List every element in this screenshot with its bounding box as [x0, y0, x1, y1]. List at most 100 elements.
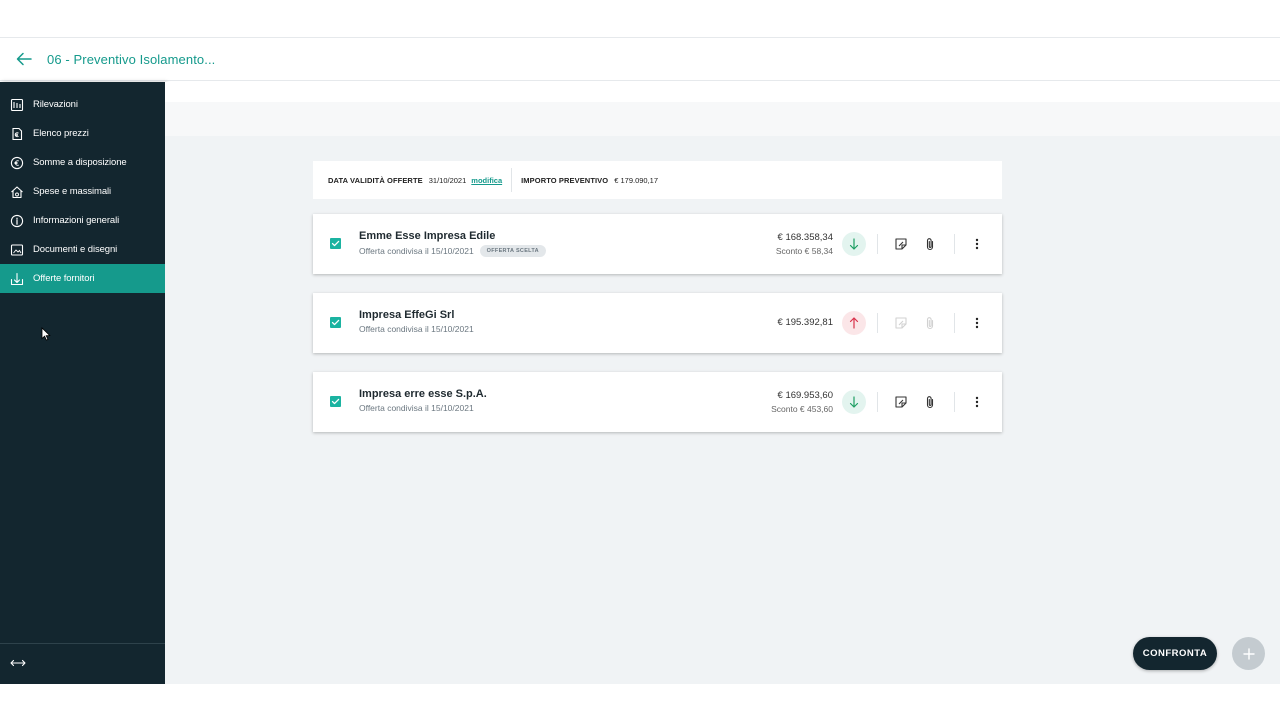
edit-validity-link[interactable]: modifica: [471, 176, 502, 185]
offer-checkbox[interactable]: [330, 317, 341, 328]
supplier-name: Emme Esse Impresa Edile: [359, 230, 496, 242]
sidebar-item-elenco-prezzi[interactable]: Elenco prezzi: [0, 119, 165, 148]
vertical-separator: [954, 313, 955, 333]
paperclip-icon: [926, 317, 934, 330]
sidebar-item-offerte-fornitori[interactable]: Offerte fornitori: [0, 264, 165, 293]
chosen-offer-badge: OFFERTA SCELTA: [479, 245, 546, 257]
page-title: 06 - Preventivo Isolamento...: [47, 51, 216, 67]
arrow-down-icon: [849, 238, 859, 250]
validity-value: 31/10/2021: [428, 175, 467, 185]
info-icon: [10, 214, 24, 228]
supplier-name: Impresa EffeGi Srl: [359, 309, 455, 321]
collapse-sidebar-button[interactable]: [8, 655, 28, 671]
trend-down-indicator: [842, 232, 866, 256]
offer-card[interactable]: Impresa erre esse S.p.A. Offerta condivi…: [313, 372, 1002, 432]
offer-discount: Sconto € 58,34: [775, 246, 833, 256]
sidebar-item-rilevazioni[interactable]: Rilevazioni: [0, 90, 165, 119]
documents-icon: [10, 243, 24, 257]
vertical-separator: [877, 234, 878, 254]
vertical-separator: [877, 392, 878, 412]
attachments-button: [922, 314, 938, 332]
notes-button[interactable]: [893, 393, 909, 411]
paperclip-icon: [926, 238, 934, 251]
content-top-strip: [165, 82, 1280, 102]
offer-amount: € 168.358,34: [777, 232, 833, 243]
vertical-separator: [954, 392, 955, 412]
sidebar-item-label: Informazioni generali: [33, 215, 120, 226]
sidebar-divider: [0, 643, 165, 644]
content-toolbar-strip: [165, 102, 1280, 136]
more-vertical-icon: [975, 238, 979, 250]
sidebar-item-label: Rilevazioni: [33, 99, 78, 110]
plus-icon: [1242, 647, 1255, 660]
offer-subtitle: Offerta condivisa il 15/10/2021: [359, 403, 474, 413]
offer-subtitle-row: Offerta condivisa il 15/10/2021: [359, 403, 474, 413]
add-offer-button[interactable]: [1232, 637, 1265, 670]
sidebar-item-label: Offerte fornitori: [33, 273, 95, 284]
attachments-button[interactable]: [922, 235, 938, 253]
offer-subtitle: Offerta condivisa il 15/10/2021: [359, 324, 474, 334]
more-vertical-icon: [975, 396, 979, 408]
note-edit-icon: [895, 317, 907, 329]
supplier-offers-icon: [10, 272, 24, 286]
attachments-button[interactable]: [922, 393, 938, 411]
offer-subtitle-row: Offerta condivisa il 15/10/2021: [359, 324, 474, 334]
offer-card[interactable]: Impresa EffeGi Srl Offerta condivisa il …: [313, 293, 1002, 353]
info-separator: [511, 168, 513, 192]
sidebar-item-label: Elenco prezzi: [33, 128, 89, 139]
trend-up-indicator: [842, 311, 866, 335]
offers-info-bar: DATA VALIDITÀ OFFERTE 31/10/2021 modific…: [313, 161, 1002, 199]
bottom-band: [0, 684, 1280, 720]
check-icon: [331, 240, 340, 247]
sidebar-item-informazioni[interactable]: Informazioni generali: [0, 206, 165, 235]
vertical-separator: [877, 313, 878, 333]
vertical-separator: [954, 234, 955, 254]
offer-card[interactable]: Emme Esse Impresa Edile Offerta condivis…: [313, 214, 1002, 274]
sidebar-item-spese[interactable]: Spese e massimali: [0, 177, 165, 206]
validity-label: DATA VALIDITÀ OFFERTE: [328, 175, 423, 185]
amount-value: € 179.090,17: [614, 175, 659, 185]
sidebar-item-label: Spese e massimali: [33, 186, 112, 197]
arrow-left-icon: [16, 52, 32, 66]
top-band: [0, 0, 1280, 38]
trend-down-indicator: [842, 390, 866, 414]
more-options-button[interactable]: [969, 314, 985, 332]
offer-amount: € 195.392,81: [777, 317, 833, 328]
survey-icon: [10, 98, 24, 112]
offer-discount: Sconto € 453,60: [771, 404, 833, 414]
offer-checkbox[interactable]: [330, 396, 341, 407]
notes-button[interactable]: [893, 235, 909, 253]
offer-amount: € 169.953,60: [777, 390, 833, 401]
euro-icon: [10, 156, 24, 170]
more-options-button[interactable]: [969, 393, 985, 411]
sidebar: Rilevazioni Elenco prezzi Somme a dispos…: [0, 82, 165, 684]
arrow-up-icon: [849, 317, 859, 329]
sidebar-item-label: Somme a disposizione: [33, 157, 127, 168]
offer-subtitle: Offerta condivisa il 15/10/2021: [359, 246, 474, 256]
notes-button: [893, 314, 909, 332]
home-euro-icon: [10, 185, 24, 199]
horizontal-arrows-icon: [10, 659, 26, 667]
offer-subtitle-row: Offerta condivisa il 15/10/2021 OFFERTA …: [359, 245, 546, 257]
price-list-icon: [10, 127, 24, 141]
check-icon: [331, 398, 340, 405]
supplier-name: Impresa erre esse S.p.A.: [359, 388, 487, 400]
header: 06 - Preventivo Isolamento...: [0, 38, 1280, 81]
amount-label: IMPORTO PREVENTIVO: [521, 175, 609, 185]
note-edit-icon: [895, 238, 907, 250]
sidebar-item-documenti[interactable]: Documenti e disegni: [0, 235, 165, 264]
sidebar-item-somme[interactable]: Somme a disposizione: [0, 148, 165, 177]
paperclip-icon: [926, 396, 934, 409]
main-content: DATA VALIDITÀ OFFERTE 31/10/2021 modific…: [165, 82, 1280, 684]
back-button[interactable]: [12, 47, 36, 71]
offer-checkbox[interactable]: [330, 238, 341, 249]
mouse-cursor-icon: [41, 327, 51, 341]
app-window: 06 - Preventivo Isolamento... Rilevazion…: [0, 0, 1280, 720]
compare-button[interactable]: CONFRONTA: [1133, 637, 1217, 670]
more-vertical-icon: [975, 317, 979, 329]
check-icon: [331, 319, 340, 326]
arrow-down-icon: [849, 396, 859, 408]
note-edit-icon: [895, 396, 907, 408]
more-options-button[interactable]: [969, 235, 985, 253]
sidebar-item-label: Documenti e disegni: [33, 244, 118, 255]
